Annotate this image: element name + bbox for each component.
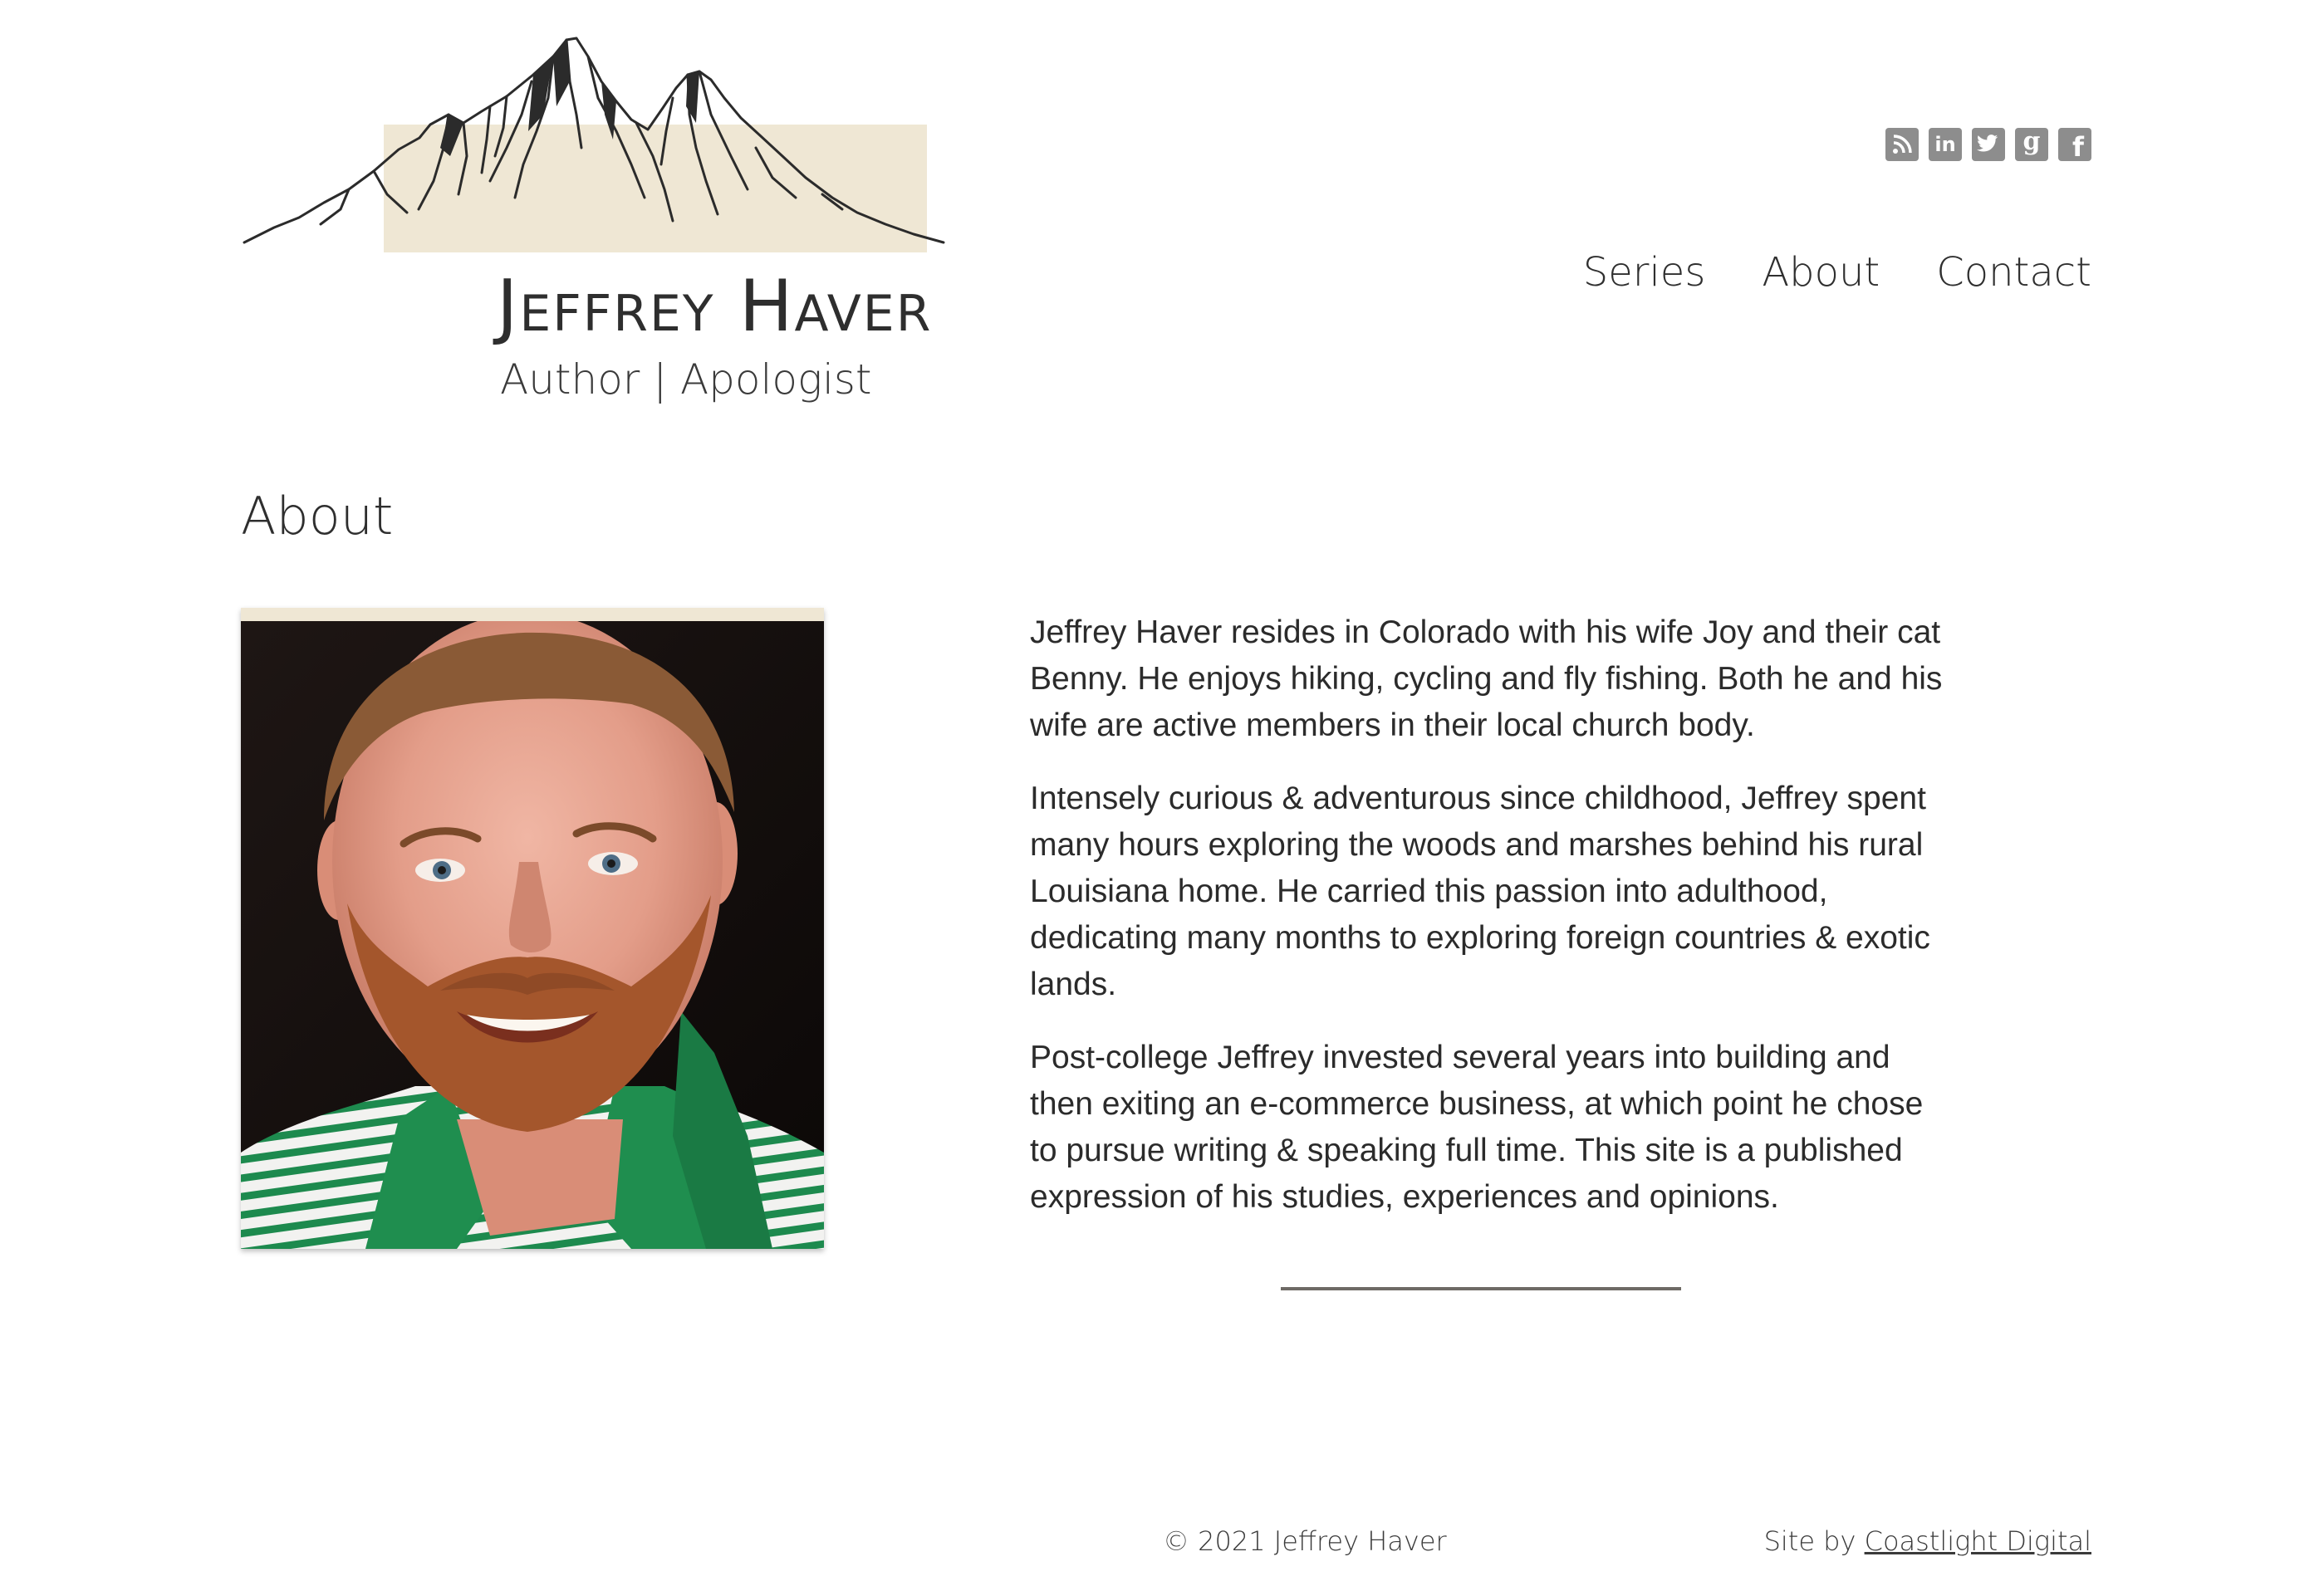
nav-item-label: Contact	[1936, 249, 2091, 296]
bio-text: Jeffrey Haver resides in Colorado with h…	[1030, 609, 1952, 1247]
goodreads-glyph: g	[2022, 128, 2041, 156]
linkedin-icon[interactable]: in	[1929, 128, 1962, 161]
nav-item-label: About	[1762, 249, 1880, 296]
footer-copyright: © 2021 Jeffrey Haver	[1163, 1525, 1447, 1557]
mountain-sketch-logo-icon	[243, 37, 945, 244]
coastlight-digital-link[interactable]: Coastlight Digital	[1865, 1525, 2091, 1557]
bio-paragraph: Intensely curious & adventurous since ch…	[1030, 781, 1930, 1002]
nav-item-series[interactable]: Series	[1583, 249, 1706, 296]
portrait-frame	[241, 608, 824, 1249]
page: Jeffrey Haver Author | Apologist in g f	[0, 0, 2324, 1586]
twitter-icon[interactable]	[1972, 128, 2005, 161]
page-title: About	[241, 486, 394, 546]
bio-paragraph: Jeffrey Haver resides in Colorado with h…	[1030, 614, 1943, 743]
footer-credit: Site by Coastlight Digital	[1764, 1528, 2091, 1554]
facebook-icon[interactable]: f	[2058, 128, 2091, 161]
home-logo-link[interactable]: Jeffrey Haver Author | Apologist	[241, 32, 988, 414]
social-links: in g f	[1885, 128, 2091, 161]
linkedin-glyph: in	[1934, 133, 1956, 156]
nav-item-label: Series	[1582, 249, 1706, 296]
goodreads-icon[interactable]: g	[2015, 128, 2048, 161]
site-tagline: Author | Apologist	[500, 355, 872, 404]
site-title[interactable]: Jeffrey Haver	[497, 271, 932, 342]
facebook-glyph: f	[2072, 131, 2084, 161]
main-nav: Series About Contact	[1583, 233, 2091, 296]
rss-icon[interactable]	[1885, 128, 1919, 161]
nav-item-contact[interactable]: Contact	[1936, 249, 2091, 296]
bio-paragraph: Post-college Jeffrey invested several ye…	[1030, 1040, 1924, 1215]
portrait-photo	[241, 621, 824, 1249]
nav-item-about[interactable]: About	[1745, 233, 1880, 296]
footer-credit-prefix: Site by	[1763, 1525, 1856, 1557]
section-divider	[1281, 1287, 1681, 1290]
